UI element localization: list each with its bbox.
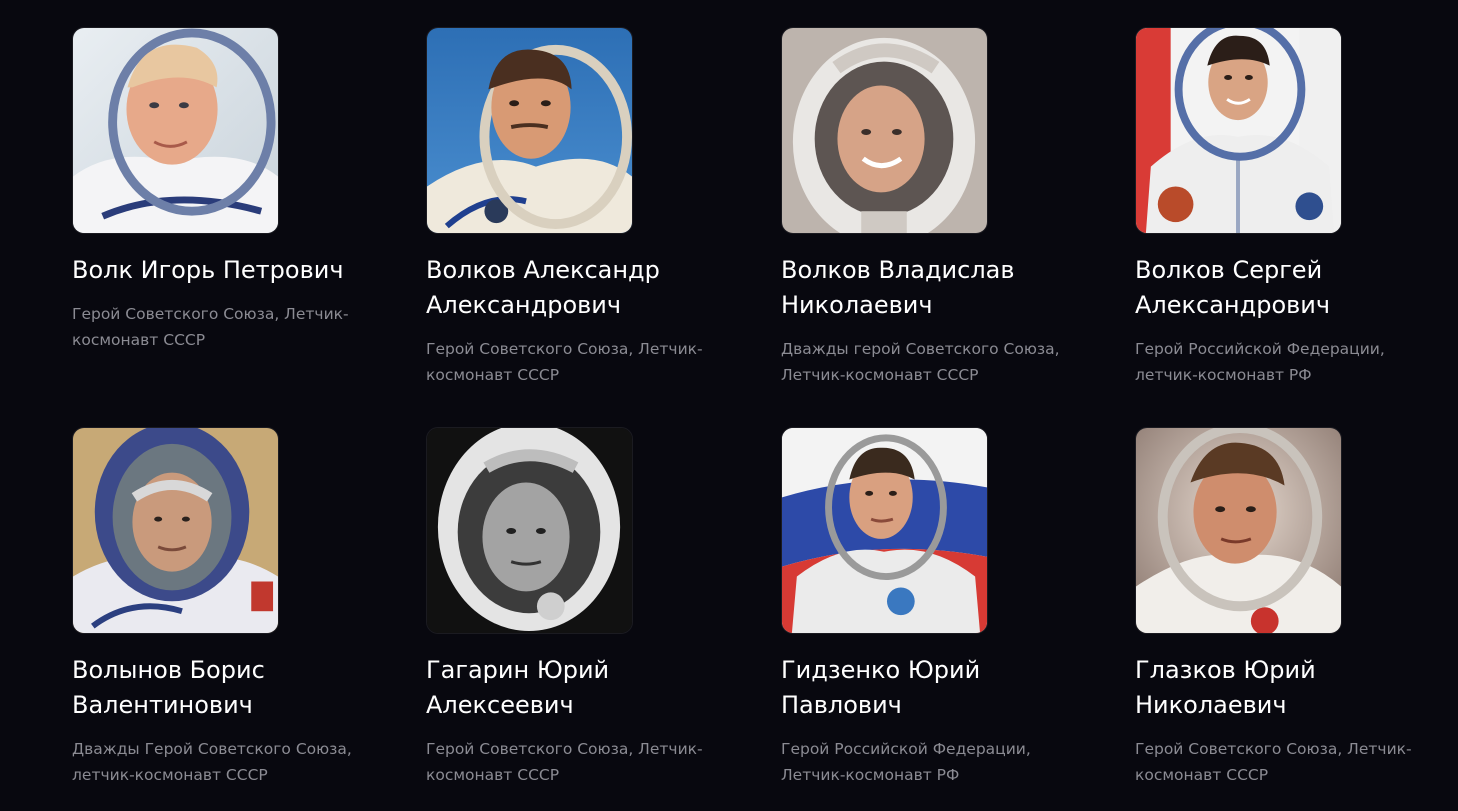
- cosmonaut-title: Дважды герой Советского Союза, Летчик-ко…: [781, 340, 1060, 384]
- cosmonaut-photo[interactable]: [426, 427, 633, 634]
- cosmonaut-title: Герой Советского Союза, Летчик-космонавт…: [72, 305, 349, 349]
- cosmonaut-card[interactable]: Волынов Борис Валентинович Дважды Герой …: [72, 427, 392, 788]
- cosmonaut-card[interactable]: Глазков Юрий Николаевич Герой Советского…: [1135, 427, 1455, 788]
- cosmonaut-card[interactable]: Волк Игорь Петрович Герой Советского Сою…: [72, 27, 392, 353]
- cosmonaut-name[interactable]: Волков Александр Александрович: [426, 253, 726, 323]
- cosmonaut-name[interactable]: Гагарин Юрий Алексеевич: [426, 653, 726, 723]
- cosmonaut-title: Герой Российской Федерации, летчик-космо…: [1135, 340, 1385, 384]
- cosmonaut-card[interactable]: Гидзенко Юрий Павлович Герой Российской …: [781, 427, 1101, 788]
- cosmonaut-photo[interactable]: [781, 27, 988, 234]
- cosmonaut-photo[interactable]: [1135, 427, 1342, 634]
- cosmonaut-title: Герой Российской Федерации, Летчик-космо…: [781, 740, 1031, 784]
- cosmonaut-photo[interactable]: [72, 427, 279, 634]
- cosmonaut-title: Герой Советского Союза, Летчик-космонавт…: [426, 340, 703, 384]
- cosmonaut-name[interactable]: Волков Сергей Александрович: [1135, 253, 1435, 323]
- cosmonaut-photo[interactable]: [1135, 27, 1342, 234]
- cosmonaut-name[interactable]: Гидзенко Юрий Павлович: [781, 653, 1081, 723]
- cosmonaut-photo[interactable]: [781, 427, 988, 634]
- cosmonaut-name[interactable]: Глазков Юрий Николаевич: [1135, 653, 1435, 723]
- cosmonaut-title: Герой Советского Союза, Летчик-космонавт…: [1135, 740, 1412, 784]
- cosmonaut-grid: Волк Игорь Петрович Герой Советского Сою…: [0, 0, 1458, 811]
- cosmonaut-card[interactable]: Волков Александр Александрович Герой Сов…: [426, 27, 746, 388]
- cosmonaut-photo[interactable]: [426, 27, 633, 234]
- cosmonaut-title: Герой Советского Союза, Летчик-космонавт…: [426, 740, 703, 784]
- cosmonaut-card[interactable]: Волков Сергей Александрович Герой Россий…: [1135, 27, 1455, 388]
- cosmonaut-photo[interactable]: [72, 27, 279, 234]
- cosmonaut-title: Дважды Герой Советского Союза, летчик-ко…: [72, 740, 352, 784]
- cosmonaut-card[interactable]: Волков Владислав Николаевич Дважды герой…: [781, 27, 1101, 388]
- cosmonaut-card[interactable]: Гагарин Юрий Алексеевич Герой Советского…: [426, 427, 746, 788]
- cosmonaut-name[interactable]: Волынов Борис Валентинович: [72, 653, 372, 723]
- cosmonaut-name[interactable]: Волк Игорь Петрович: [72, 253, 372, 288]
- cosmonaut-name[interactable]: Волков Владислав Николаевич: [781, 253, 1081, 323]
